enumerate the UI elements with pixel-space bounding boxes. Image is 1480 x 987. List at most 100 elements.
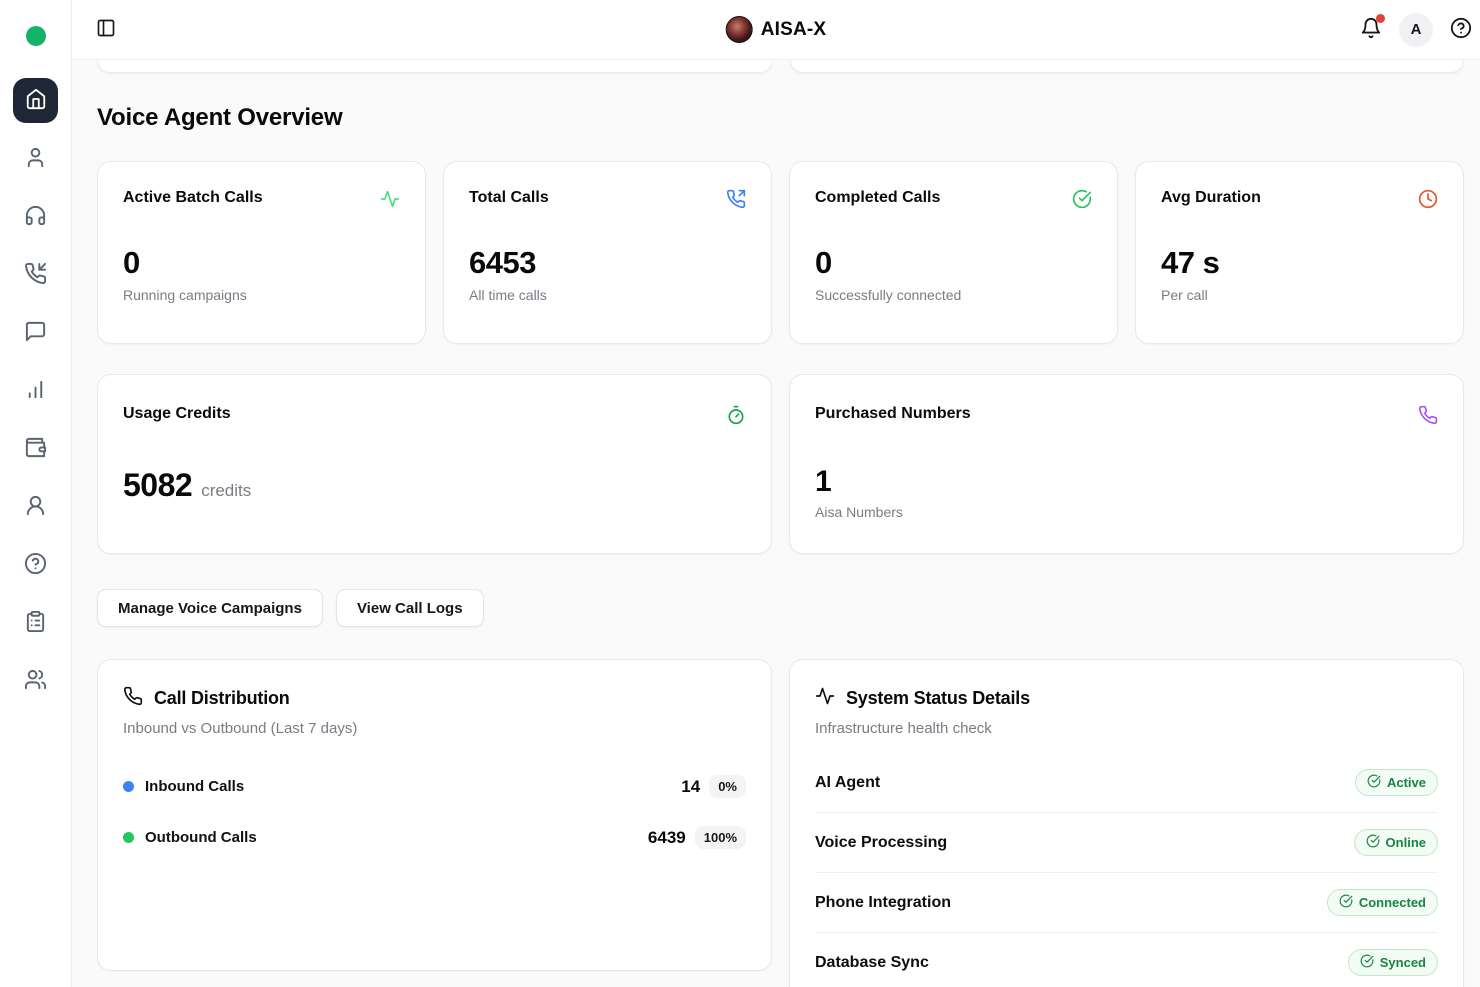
page-title: Voice Agent Overview [97, 104, 1464, 132]
phone-outgoing-icon [726, 189, 746, 209]
panel-subtitle: Inbound vs Outbound (Last 7 days) [123, 720, 746, 737]
sidebar-item-wallet[interactable] [24, 437, 48, 461]
outbound-dot-icon [123, 832, 134, 843]
partial-card [97, 60, 773, 73]
status-dot-icon [26, 26, 46, 46]
stat-card-title: Avg Duration [1161, 189, 1261, 207]
brand-name: AISA-X [761, 19, 827, 41]
activity-icon [380, 189, 400, 209]
sidebar-item-profile[interactable] [24, 495, 48, 519]
wide-cards-grid: Usage Credits 5082 credits Purchased Num… [97, 374, 1464, 554]
stat-card-avg-duration: Avg Duration 47 s Per call [1135, 161, 1464, 344]
check-circle-icon [1367, 774, 1381, 791]
user-icon [24, 146, 47, 172]
home-icon [25, 88, 47, 113]
sidebar-item-analytics[interactable] [24, 379, 48, 403]
avatar[interactable]: A [1399, 13, 1433, 47]
main-content: Voice Agent Overview Active Batch Calls … [72, 60, 1480, 987]
view-call-logs-button[interactable]: View Call Logs [336, 589, 484, 627]
panel-left-icon [96, 18, 116, 41]
sidebar-item-headphones[interactable] [24, 205, 48, 229]
status-text: Connected [1359, 895, 1426, 910]
status-row-database-sync: Database Sync Synced [815, 933, 1438, 987]
status-row-phone-integration: Phone Integration Connected [815, 873, 1438, 933]
sidebar-item-help[interactable] [24, 553, 48, 577]
bottom-panels: Call Distribution Inbound vs Outbound (L… [97, 659, 1464, 987]
notification-badge [1376, 14, 1385, 23]
stat-subtitle: Per call [1161, 287, 1438, 303]
row-label: Outbound Calls [145, 829, 257, 846]
stats-grid: Active Batch Calls 0 Running campaigns T… [97, 161, 1464, 344]
call-distribution-card: Call Distribution Inbound vs Outbound (L… [97, 659, 772, 971]
topbar-actions: A [1360, 13, 1472, 47]
sidebar [0, 0, 72, 987]
stat-card-title: Active Batch Calls [123, 189, 263, 207]
sidebar-item-incoming-calls[interactable] [24, 263, 48, 287]
outbound-calls-row: Outbound Calls 6439 100% [123, 826, 746, 849]
sidebar-toggle-button[interactable] [96, 18, 116, 41]
check-circle-icon [1072, 189, 1092, 209]
stat-card-title: Total Calls [469, 189, 549, 207]
phone-icon [1418, 405, 1438, 425]
brand: AISA-X [726, 16, 827, 43]
inbound-calls-row: Inbound Calls 14 0% [123, 775, 746, 798]
stat-subtitle: Running campaigns [123, 287, 400, 303]
status-label: Voice Processing [815, 834, 947, 852]
system-status-card: System Status Details Infrastructure hea… [789, 659, 1464, 987]
status-badge: Synced [1348, 949, 1438, 976]
timer-icon [726, 405, 746, 425]
app-window: AISA-X A Voice Agent Overview Active Bat… [0, 0, 1480, 987]
stat-card-total-calls: Total Calls 6453 All time calls [443, 161, 772, 344]
phone-incoming-icon [24, 262, 47, 288]
stat-value: 0 [815, 245, 1092, 281]
check-circle-icon [1360, 954, 1374, 971]
row-value: 6439 [648, 828, 686, 848]
stat-card-title: Completed Calls [815, 189, 940, 207]
help-circle-icon [24, 552, 47, 578]
clipboard-list-icon [24, 610, 47, 636]
stat-card-completed-calls: Completed Calls 0 Successfully connected [789, 161, 1118, 344]
status-label: Phone Integration [815, 894, 951, 912]
card-title: Purchased Numbers [815, 405, 971, 423]
sidebar-item-team[interactable] [24, 669, 48, 693]
user-round-icon [24, 494, 47, 520]
users-icon [24, 668, 47, 694]
status-label: Database Sync [815, 954, 929, 972]
sidebar-item-logs[interactable] [24, 611, 48, 635]
panel-title: Call Distribution [154, 688, 290, 709]
status-text: Online [1386, 835, 1426, 850]
status-badge: Connected [1327, 889, 1438, 916]
notifications-button[interactable] [1360, 17, 1382, 42]
brand-logo-icon [726, 16, 753, 43]
headphones-icon [24, 204, 47, 230]
call-distribution-rows: Inbound Calls 14 0% Outbound Calls [123, 775, 746, 849]
stat-value: 47 s [1161, 245, 1438, 281]
status-text: Synced [1380, 955, 1426, 970]
status-badge: Active [1355, 769, 1438, 796]
row-label: Inbound Calls [145, 778, 244, 795]
numbers-subtitle: Aisa Numbers [815, 504, 1438, 520]
actions-row: Manage Voice Campaigns View Call Logs [97, 589, 1464, 627]
stat-value: 0 [123, 245, 400, 281]
numbers-value: 1 [815, 465, 831, 499]
percent-badge: 0% [709, 775, 746, 798]
status-text: Active [1387, 775, 1426, 790]
row-value: 14 [681, 777, 700, 797]
percent-badge: 100% [695, 826, 746, 849]
manage-voice-campaigns-button[interactable]: Manage Voice Campaigns [97, 589, 323, 627]
activity-icon [815, 686, 835, 711]
stat-subtitle: Successfully connected [815, 287, 1092, 303]
topbar: AISA-X A [72, 0, 1480, 60]
sidebar-item-user[interactable] [24, 147, 48, 171]
status-row-voice-processing: Voice Processing Online [815, 813, 1438, 873]
partial-card [790, 60, 1464, 73]
clock-icon [1418, 189, 1438, 209]
check-circle-icon [1366, 834, 1380, 851]
sidebar-item-home[interactable] [13, 78, 58, 123]
question-circle-icon [1450, 17, 1472, 42]
usage-credits-card: Usage Credits 5082 credits [97, 374, 772, 554]
sidebar-item-chat[interactable] [24, 321, 48, 345]
credits-value: 5082 [123, 467, 192, 504]
help-button[interactable] [1450, 17, 1472, 42]
status-label: AI Agent [815, 774, 880, 792]
